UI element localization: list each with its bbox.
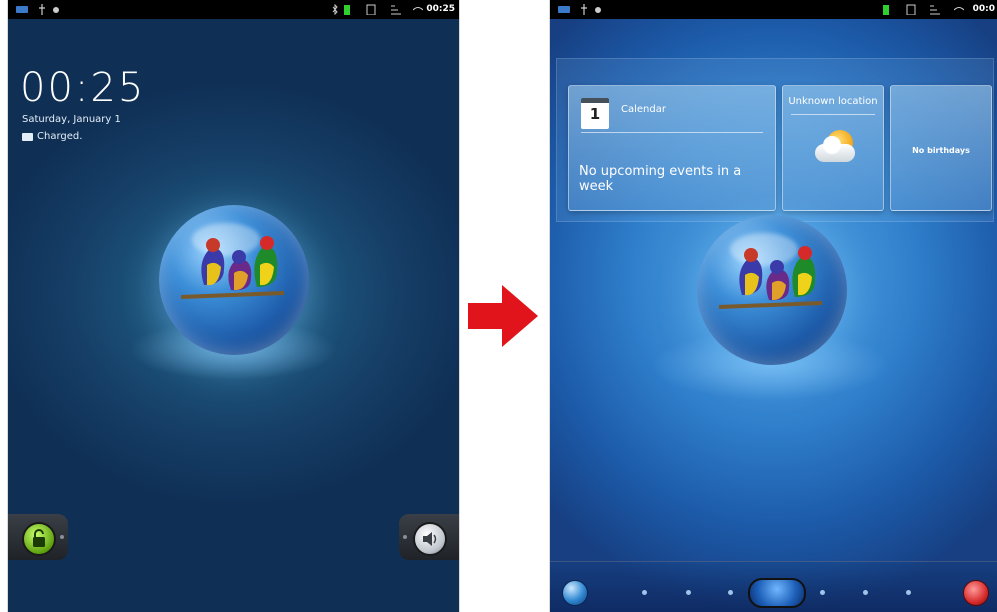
lock-screen: 00:25 00:25 Saturday, January 1 Charged. bbox=[8, 0, 459, 612]
speaker-icon bbox=[423, 532, 437, 546]
charge-status-label: Charged. bbox=[37, 131, 83, 142]
android-debug-icon bbox=[595, 7, 601, 13]
lock-date: Saturday, January 1 bbox=[22, 114, 121, 125]
page-indicator-dot[interactable] bbox=[642, 590, 647, 595]
apps-grid-icon[interactable] bbox=[963, 580, 989, 606]
usb-icon bbox=[39, 4, 45, 15]
tray-handle-dot bbox=[60, 535, 64, 539]
calendar-icon: 1 bbox=[581, 98, 609, 129]
home-dock bbox=[550, 561, 997, 612]
battery-charged-icon bbox=[22, 132, 33, 141]
calendar-widget[interactable]: 1 Calendar No upcoming events in a week bbox=[568, 85, 776, 211]
calendar-title: Calendar bbox=[621, 104, 666, 115]
usb-icon bbox=[581, 4, 587, 15]
lock-clock: 00:25 bbox=[20, 65, 146, 111]
charge-status: Charged. bbox=[22, 131, 82, 142]
sd-card-icon bbox=[906, 4, 916, 15]
cloud-icon bbox=[815, 136, 855, 162]
birds-orb-wallpaper bbox=[697, 215, 847, 365]
calendar-message: No upcoming events in a week bbox=[579, 164, 742, 194]
weather-location: Unknown location bbox=[788, 96, 878, 107]
birthdays-message: No birthdays bbox=[912, 146, 970, 155]
home-screen: 00:0 1 Calendar No upcoming events in a … bbox=[550, 0, 997, 612]
right-arrow-icon bbox=[468, 285, 538, 347]
sound-toggle-button[interactable] bbox=[413, 522, 447, 556]
notification-icon bbox=[16, 6, 28, 13]
birthdays-widget[interactable]: No birthdays bbox=[890, 85, 992, 211]
page-indicator-dot[interactable] bbox=[906, 590, 911, 595]
page-indicator-dot[interactable] bbox=[728, 590, 733, 595]
status-bar: 00:25 bbox=[8, 0, 459, 19]
notification-icon bbox=[558, 6, 570, 13]
page-indicator-dot[interactable] bbox=[686, 590, 691, 595]
android-debug-icon bbox=[53, 7, 59, 13]
sd-card-icon bbox=[366, 4, 376, 15]
unlock-padlock-icon bbox=[33, 529, 45, 547]
divider bbox=[581, 132, 763, 133]
battery-icon bbox=[344, 5, 350, 15]
page-indicator-dot[interactable] bbox=[863, 590, 868, 595]
unlock-tray[interactable] bbox=[8, 514, 68, 560]
bluetooth-icon bbox=[332, 4, 338, 15]
signal-icon bbox=[930, 5, 940, 15]
birds-icon bbox=[718, 246, 823, 309]
tray-handle-dot bbox=[403, 535, 407, 539]
globe-icon[interactable] bbox=[562, 580, 588, 606]
battery-icon bbox=[883, 5, 889, 15]
page-indicator-dot[interactable] bbox=[820, 590, 825, 595]
status-bar: 00:0 bbox=[550, 0, 997, 19]
weather-widget[interactable]: Unknown location bbox=[782, 85, 884, 211]
signal-icon bbox=[391, 5, 401, 15]
birds-icon bbox=[180, 236, 285, 299]
birds-orb-wallpaper bbox=[159, 205, 309, 355]
divider bbox=[791, 114, 875, 115]
sound-tray[interactable] bbox=[399, 514, 459, 560]
unlock-button[interactable] bbox=[22, 522, 56, 556]
status-time: 00:25 bbox=[426, 4, 455, 14]
wifi-icon bbox=[413, 7, 423, 11]
wifi-icon bbox=[954, 7, 964, 11]
home-page-button[interactable] bbox=[748, 578, 806, 608]
status-time: 00:0 bbox=[972, 4, 995, 14]
